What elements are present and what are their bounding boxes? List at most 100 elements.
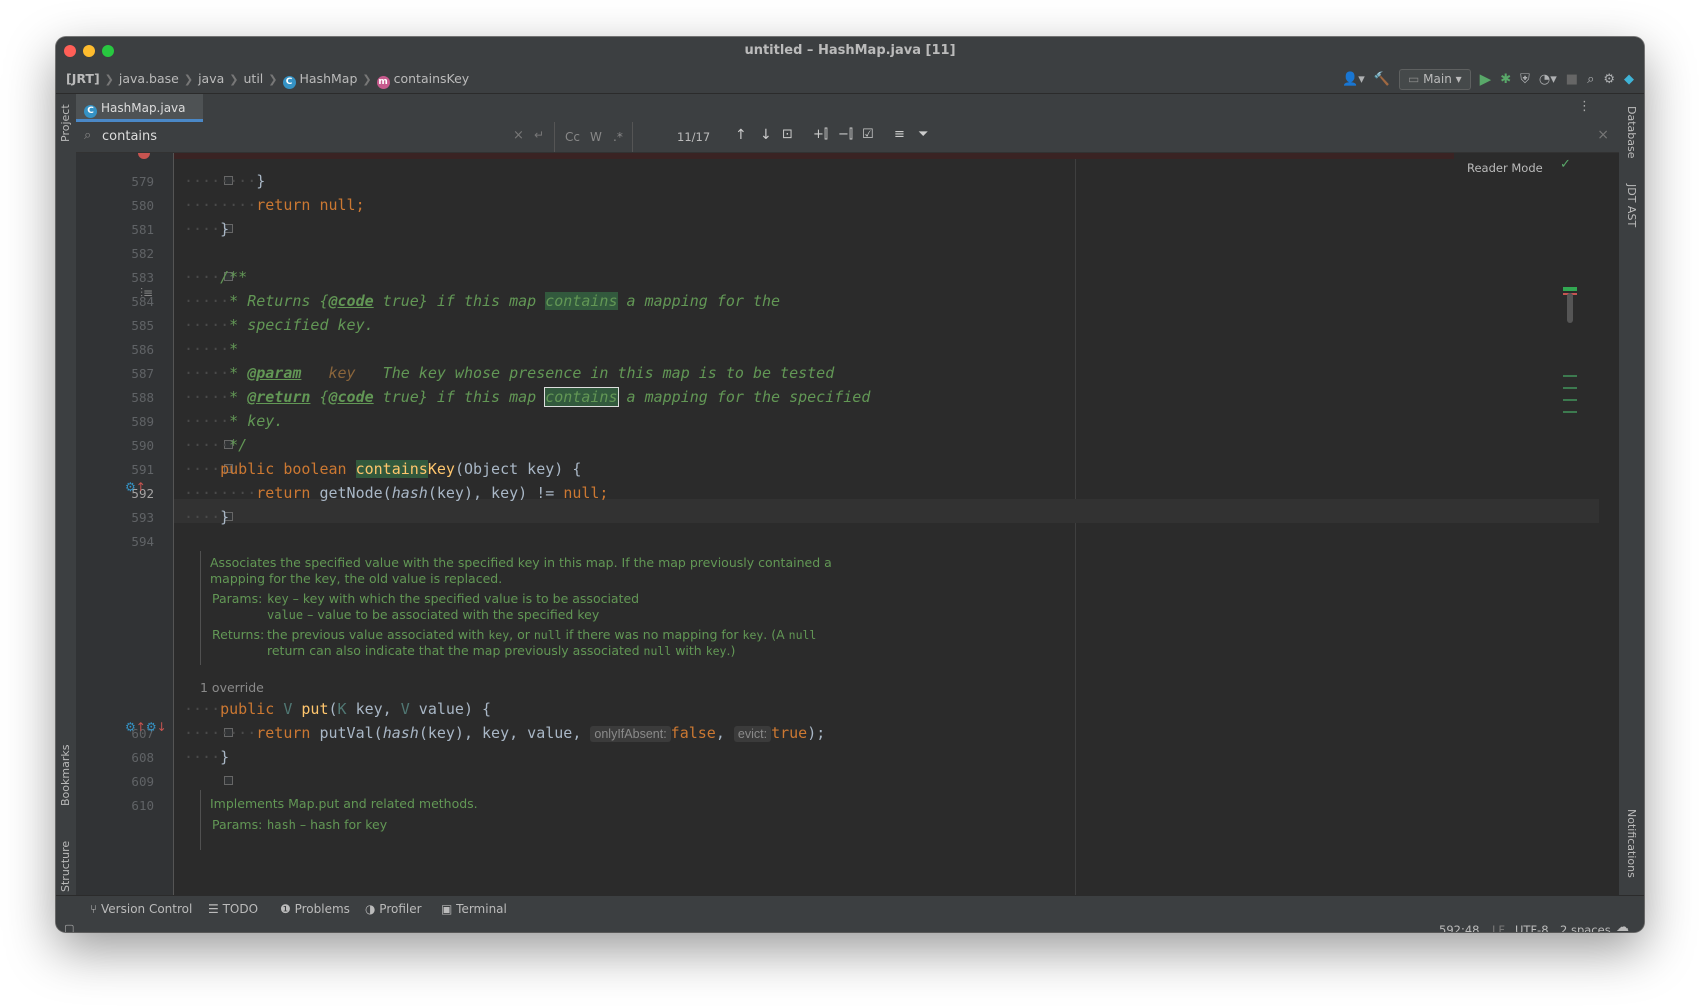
profiler-tab[interactable]: ◑ Profiler [365, 902, 422, 916]
line-number: 586 [131, 342, 154, 357]
line-number: 583 [131, 270, 154, 285]
line-number: 609 [131, 774, 154, 789]
version-control-tab[interactable]: ⑂ Version Control [90, 902, 192, 916]
regex-button[interactable]: .* [613, 130, 623, 144]
find-input[interactable]: contains [102, 129, 157, 144]
rendered-doc-toggle-icon[interactable]: ⫶≡ [140, 286, 153, 301]
close-find-icon[interactable]: × [1597, 127, 1609, 143]
caret-position[interactable]: 592:48 [1439, 923, 1479, 932]
project-tool-button[interactable]: Project [59, 104, 72, 142]
whole-words-button[interactable]: W [590, 130, 602, 144]
code-line: ········return getNode(hash(key), key) !… [184, 484, 609, 502]
database-tool-button[interactable]: Database [1625, 106, 1638, 159]
error-stripe-mark [1563, 399, 1577, 401]
stop-icon[interactable]: ■ [1566, 72, 1578, 87]
next-match-arrow-down-icon[interactable]: ↓ [760, 127, 772, 143]
line-number: 582 [131, 246, 154, 261]
error-stripe-mark[interactable] [1563, 287, 1577, 291]
code-line: ········} [184, 172, 266, 190]
method-icon: m [376, 76, 390, 89]
inlay-hint: onlyIfAbsent: [590, 726, 671, 742]
coverage-icon[interactable]: ⛨ [1520, 72, 1530, 87]
check-icon[interactable]: ✓ [1560, 157, 1571, 172]
user-icon[interactable]: 👤▾ [1342, 72, 1365, 87]
toggle-tool-windows-icon[interactable]: ▢ [64, 922, 74, 932]
line-number: 587 [131, 366, 154, 381]
add-occurrence-icon[interactable]: +⫿ [813, 127, 828, 142]
code-line: ·····* Returns {@code true} if this map … [184, 292, 781, 310]
main-toolbar: 👤▾ 🔨 ▭ Main ▾ ▶ ✱ ⛨ ◔▾ ■ ⌕ ⚙ ◆ [1342, 68, 1634, 90]
breadcrumb-jrt[interactable]: [JRT] [66, 71, 100, 86]
filter-icon[interactable]: ⏷ [918, 127, 928, 142]
scrollbar-thumb[interactable] [1567, 293, 1573, 323]
match-case-button[interactable]: Cc [565, 130, 580, 144]
previous-match-arrow-up-icon[interactable]: ↑ [735, 127, 747, 143]
remove-occurrence-icon[interactable]: −⫿ [838, 127, 853, 142]
code-line: ·····* @param key The key whose presence… [184, 364, 835, 382]
rendered-doc-param-list: hash – hash for key [267, 817, 388, 832]
breadcrumb-java[interactable]: java [198, 71, 224, 86]
code-line: ····} [184, 220, 230, 238]
indent-setting[interactable]: 2 spaces [1560, 923, 1611, 932]
code-line: ·····* key. [184, 412, 284, 430]
run-icon[interactable]: ▶ [1480, 70, 1492, 88]
rendered-doc-params: Params: [212, 591, 263, 606]
file-encoding[interactable]: UTF-8 [1515, 923, 1549, 932]
tab-hashmap-java[interactable]: CHashMap.java × [76, 94, 203, 132]
error-stripe-mark [1563, 375, 1577, 377]
error-stripe-mark [1563, 387, 1577, 389]
code-line: ····} [184, 508, 230, 526]
code-line: ····/** [184, 268, 248, 286]
notifications-tool-button[interactable]: Notifications [1625, 809, 1638, 878]
find-options-icon[interactable]: ≡ [894, 127, 905, 142]
profile-icon[interactable]: ◔▾ [1539, 72, 1557, 87]
more-options-icon[interactable]: ⋮ [1578, 99, 1591, 114]
fold-marker[interactable] [224, 776, 233, 785]
plugin-icon[interactable]: ◆ [1624, 72, 1634, 87]
code-line: ····public V put(K key, V value) { [184, 700, 492, 718]
error-stripe-mark [1563, 411, 1577, 413]
line-separator[interactable]: LF [1492, 923, 1505, 932]
search-icon: ⌕ [84, 128, 92, 143]
line-number: 580 [131, 198, 154, 213]
override-hint[interactable]: 1 override [200, 680, 264, 695]
branch-icon: ⑂ [90, 902, 102, 916]
line-number: 588 [131, 390, 154, 405]
breadcrumb-hashmap[interactable]: HashMap [300, 71, 358, 86]
code-line: ·····*/ [184, 436, 248, 454]
implementation-icon[interactable]: ⚙↑⚙↓ [125, 720, 167, 734]
run-configuration-select[interactable]: ▭ Main ▾ [1399, 68, 1471, 90]
build-hammer-icon[interactable]: 🔨 [1374, 72, 1390, 87]
lock-settings-icon[interactable]: ☁ [1616, 920, 1629, 932]
breadcrumb-java-base[interactable]: java.base [119, 71, 179, 86]
terminal-icon: ▣ [441, 902, 457, 916]
line-number: 581 [131, 222, 154, 237]
debug-icon[interactable]: ✱ [1500, 72, 1511, 87]
breadcrumb-util[interactable]: util [244, 71, 264, 86]
line-number: 608 [131, 750, 154, 765]
search-icon[interactable]: ⌕ [1587, 72, 1594, 87]
select-all-icon[interactable]: ☑ [862, 127, 874, 142]
terminal-tab[interactable]: ▣ Terminal [441, 902, 507, 916]
code-editor[interactable]: 579 580 581 582 583 584 585 586 587 588 … [76, 153, 1619, 895]
clear-search-icon[interactable]: × [513, 128, 524, 143]
title-bar: untitled – HashMap.java [11] [56, 37, 1644, 65]
code-line: ····} [184, 748, 230, 766]
line-number: 585 [131, 318, 154, 333]
settings-gear-icon[interactable]: ⚙ [1603, 72, 1615, 87]
structure-tool-button[interactable]: Structure [59, 841, 72, 892]
reader-mode-button[interactable]: Reader Mode [1467, 161, 1543, 175]
line-number: 593 [131, 510, 154, 525]
select-all-occurrences-icon[interactable]: ⊡ [782, 127, 793, 142]
todo-tab[interactable]: ☰ TODO [208, 902, 258, 916]
class-icon: C [282, 76, 296, 89]
code-line: ····public boolean containsKey(Object ke… [184, 460, 582, 478]
jdt-ast-tool-button[interactable]: JDT AST [1625, 184, 1638, 227]
bookmarks-tool-button[interactable]: Bookmarks [59, 745, 72, 806]
overrides-method-icon[interactable]: ⚙↑ [125, 480, 146, 494]
breadcrumb-containskey[interactable]: containsKey [394, 71, 470, 86]
new-line-icon[interactable]: ↵ [534, 128, 544, 142]
info-icon: ❶ [280, 902, 295, 916]
breadcrumb: [JRT] ❯ java.base ❯ java ❯ util ❯ C HashMap ❯ m cont… [66, 71, 470, 89]
problems-tab[interactable]: ❶ Problems [280, 902, 350, 916]
